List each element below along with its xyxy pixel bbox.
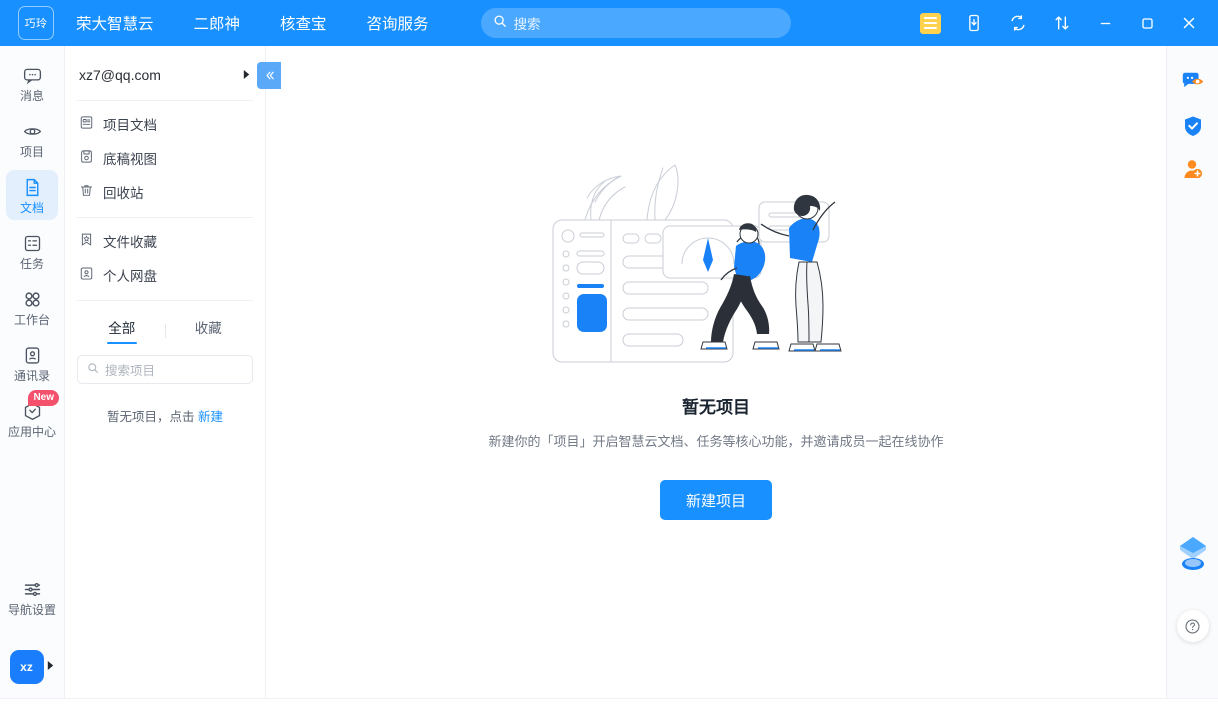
sidebar-item-workbench[interactable]: 工作台: [6, 282, 58, 332]
panel-label-file-favorites: 文件收藏: [103, 235, 157, 250]
panel-divider-2: [77, 217, 253, 218]
panel-divider-3: [77, 300, 253, 301]
bottom-strip: [0, 698, 1218, 704]
app-logo[interactable]: 巧玲: [18, 6, 54, 40]
nav-item-rongda[interactable]: 荣大智慧云: [76, 12, 154, 34]
right-sidebar: [1166, 46, 1218, 698]
nav-item-erlangshen[interactable]: 二郎神: [194, 12, 241, 34]
tab-favorites[interactable]: 收藏: [166, 317, 252, 344]
create-project-button[interactable]: 新建项目: [659, 480, 772, 520]
draft-view-icon: [79, 149, 94, 167]
message-icon: [22, 65, 43, 86]
empty-state-description: 新建你的「项目」开启智慧云文档、任务等核心功能，并邀请成员一起在线协作: [488, 434, 944, 449]
add-contact-icon[interactable]: [1173, 148, 1213, 192]
team-dashboard-illustration: [551, 158, 881, 363]
titlebar-actions: [908, 0, 1210, 46]
avatar[interactable]: xz: [9, 650, 44, 684]
app-window: 巧玲 荣大智慧云 二郎神 核查宝 咨询服务 搜索 消息 项目 文档 任务 工作台…: [0, 0, 1218, 704]
transfer-icon[interactable]: [1043, 6, 1081, 40]
panel-create-link[interactable]: 新建: [198, 410, 223, 424]
mobile-download-icon[interactable]: [955, 6, 993, 40]
search-icon: [493, 14, 507, 33]
sidebar-item-messages[interactable]: 消息: [6, 58, 58, 108]
sidebar-label-workbench: 工作台: [13, 313, 50, 327]
collapse-panel-button[interactable]: [257, 62, 281, 89]
maximize-button[interactable]: [1126, 0, 1168, 46]
chevron-right-icon: [242, 69, 251, 82]
sync-icon[interactable]: [999, 6, 1037, 40]
assistant-icon[interactable]: [1175, 535, 1211, 580]
panel-label-draft-view: 底稿视图: [103, 152, 157, 167]
sidebar-item-documents[interactable]: 文档: [6, 170, 58, 220]
document-icon: [22, 177, 43, 198]
sidebar-label-projects: 项目: [19, 145, 44, 159]
account-email: xz7@qq.com: [79, 67, 161, 83]
task-icon: [22, 233, 43, 254]
trash-icon: [79, 183, 94, 201]
sidebar-bottom: 导航设置 xz: [0, 572, 64, 698]
sidebar-label-app-center: 应用中心: [7, 425, 56, 439]
panel-item-draft-view[interactable]: 底稿视图: [65, 141, 265, 175]
file-doc-icon: [79, 115, 94, 133]
global-search: 搜索: [480, 8, 791, 38]
project-search-input[interactable]: 搜索项目: [77, 355, 253, 384]
panel-label-project-docs: 项目文档: [103, 118, 157, 133]
title-bar: 巧玲 荣大智慧云 二郎神 核查宝 咨询服务 搜索: [0, 0, 1218, 46]
help-button[interactable]: [1176, 610, 1209, 642]
sidebar-label-contacts: 通讯录: [13, 369, 50, 383]
sidebar-label-documents: 文档: [19, 201, 44, 215]
top-nav: 荣大智慧云 二郎神 核查宝 咨询服务: [76, 12, 429, 34]
settings-sliders-icon: [22, 579, 43, 600]
minimize-button[interactable]: [1084, 0, 1126, 46]
document-panel: xz7@qq.com 项目文档 底稿视图 回收站 文件收藏 个人网盘 全部 收藏…: [65, 46, 281, 698]
panel-item-personal-drive[interactable]: 个人网盘: [65, 258, 265, 292]
search-placeholder: 搜索: [513, 17, 541, 32]
user-avatar-row: xz: [9, 650, 55, 684]
sidebar-label-tasks: 任务: [19, 257, 44, 271]
panel-divider-1: [77, 100, 253, 101]
panel-empty-hint-text: 暂无项目，点击: [107, 410, 198, 424]
app-body: 消息 项目 文档 任务 工作台 通讯录 New 应用中心 导航设置 xz xz7…: [0, 46, 1218, 698]
sidebar-item-app-center[interactable]: New 应用中心: [6, 390, 59, 444]
sidebar-item-projects[interactable]: 项目: [6, 114, 58, 164]
avatar-expand-icon[interactable]: [46, 658, 55, 676]
app-center-new-badge: New: [28, 390, 59, 406]
empty-state-title: 暂无项目: [682, 398, 750, 417]
shield-check-icon[interactable]: [1173, 104, 1213, 148]
note-icon[interactable]: [911, 6, 949, 40]
left-sidebar: 消息 项目 文档 任务 工作台 通讯录 New 应用中心 导航设置 xz: [0, 46, 65, 698]
main-content: 暂无项目 新建你的「项目」开启智慧云文档、任务等核心功能，并邀请成员一起在线协作…: [266, 46, 1166, 698]
sidebar-label-messages: 消息: [19, 89, 44, 103]
workbench-icon: [22, 289, 43, 310]
sidebar-item-contacts[interactable]: 通讯录: [6, 338, 58, 388]
nav-item-hechabao[interactable]: 核查宝: [280, 12, 327, 34]
tab-all[interactable]: 全部: [79, 317, 165, 344]
personal-drive-icon: [79, 266, 94, 284]
project-icon: [22, 121, 43, 142]
panel-item-file-favorites[interactable]: 文件收藏: [65, 224, 265, 258]
sidebar-item-nav-settings[interactable]: 导航设置: [6, 572, 58, 622]
contacts-icon: [22, 345, 43, 366]
app-logo-text: 巧玲: [24, 18, 48, 30]
sidebar-label-nav-settings: 导航设置: [7, 603, 56, 617]
account-selector[interactable]: xz7@qq.com: [65, 58, 281, 92]
search-input[interactable]: 搜索: [480, 8, 791, 38]
chat-preview-icon[interactable]: [1173, 60, 1213, 104]
close-button[interactable]: [1168, 0, 1210, 46]
panel-empty-hint: 暂无项目，点击 新建: [65, 406, 265, 425]
panel-tabs: 全部 收藏: [65, 307, 265, 344]
panel-item-project-docs[interactable]: 项目文档: [65, 107, 265, 141]
panel-item-recycle-bin[interactable]: 回收站: [65, 175, 265, 209]
panel-label-recycle-bin: 回收站: [103, 186, 144, 201]
project-search-placeholder: 搜索项目: [105, 364, 156, 378]
panel-label-personal-drive: 个人网盘: [103, 269, 157, 284]
nav-item-consulting[interactable]: 咨询服务: [367, 12, 429, 34]
search-icon: [87, 361, 99, 379]
bookmark-star-icon: [79, 232, 94, 250]
sidebar-item-tasks[interactable]: 任务: [6, 226, 58, 276]
